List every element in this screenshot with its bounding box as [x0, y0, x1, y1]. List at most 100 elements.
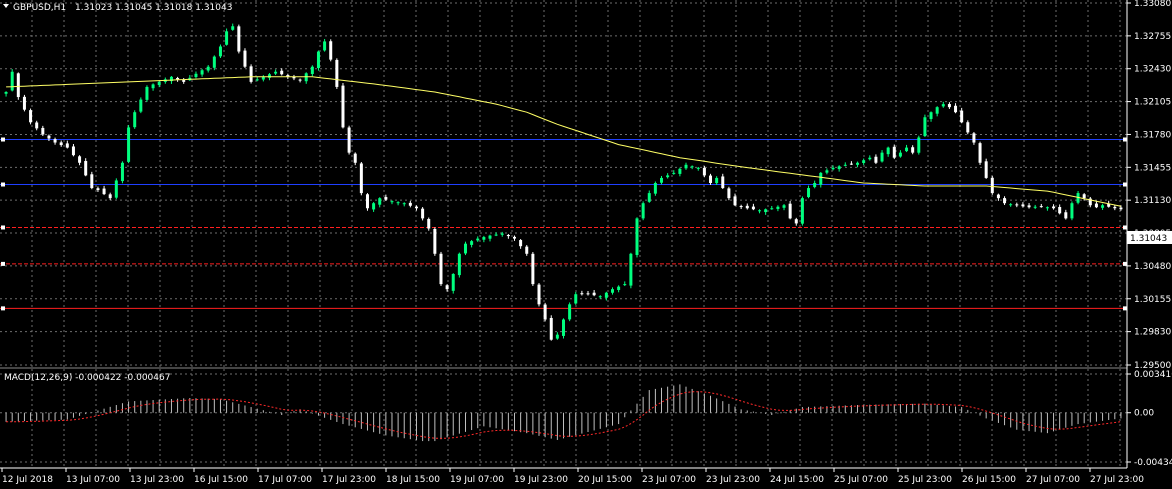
candle-body — [512, 236, 516, 239]
candle-body — [53, 139, 57, 143]
candle-body — [500, 233, 504, 235]
candle-body — [274, 71, 278, 74]
candle-body — [4, 91, 8, 94]
candle-body — [96, 188, 100, 191]
candle-body — [1015, 204, 1019, 206]
candle-body — [984, 161, 988, 178]
candle-body — [476, 238, 480, 241]
candle-body — [764, 209, 768, 213]
candle-body — [151, 84, 155, 89]
time-tick-label: 24 Jul 15:00 — [770, 475, 824, 485]
candle-body — [90, 174, 94, 189]
candle-body — [898, 152, 902, 157]
candle-body — [139, 99, 143, 112]
candle-body — [176, 78, 180, 80]
candle-body — [1101, 205, 1105, 208]
level-handle-right — [1123, 306, 1127, 311]
candle-body — [108, 194, 112, 199]
candle-body — [206, 66, 210, 71]
candle-body — [1119, 207, 1123, 210]
candle-body — [770, 208, 774, 210]
time-tick-label: 23 Jul 07:00 — [642, 475, 696, 485]
last-price-value: 1.31043 — [1130, 234, 1167, 244]
candle-body — [960, 110, 964, 123]
candle-body — [954, 105, 958, 113]
candle-body — [71, 146, 75, 156]
last-price-tag: 1.31043 — [1127, 231, 1172, 244]
candle-body — [494, 234, 498, 236]
candle-body — [604, 292, 608, 298]
time-tick-label: 27 Jul 23:00 — [1090, 475, 1144, 485]
candle-body — [672, 172, 676, 174]
candle-body — [280, 70, 284, 75]
candle-body — [990, 177, 994, 194]
candle-body — [794, 219, 798, 224]
candle-body — [880, 152, 884, 162]
candle-body — [525, 246, 529, 254]
level-handle-left — [1, 225, 5, 230]
macd-tick-label: 0.00 — [1134, 409, 1154, 419]
candle-body — [120, 162, 124, 182]
candle-body — [1113, 206, 1117, 209]
candle-body — [635, 218, 639, 255]
candle-body — [721, 176, 725, 189]
candle-body — [574, 294, 578, 304]
candle-body — [35, 122, 39, 129]
candle-body — [537, 284, 541, 305]
candle-body — [929, 112, 933, 119]
candle-body — [445, 285, 449, 290]
time-tick-label: 19 Jul 07:00 — [450, 475, 504, 485]
macd-tick-label: -0.004345 — [1134, 458, 1172, 468]
candle-body — [623, 284, 627, 286]
price-tick-label: 1.31455 — [1134, 163, 1171, 173]
candle-body — [555, 334, 559, 339]
candle-body — [543, 304, 547, 320]
macd-label: MACD(12,26,9) -0.000422 -0.000467 — [4, 373, 170, 383]
candle-body — [1009, 204, 1013, 206]
candle-body — [1094, 203, 1098, 208]
candle-body — [200, 70, 204, 75]
time-tick-label: 26 Jul 15:00 — [962, 475, 1016, 485]
candle-body — [298, 79, 302, 81]
candle-body — [580, 293, 584, 295]
candle-body — [966, 122, 970, 133]
candle-body — [133, 112, 137, 128]
candle-body — [807, 188, 811, 198]
candle-body — [457, 253, 461, 276]
candle-body — [666, 175, 670, 178]
candle-body — [935, 107, 939, 114]
candle-body — [862, 160, 866, 163]
candle-body — [231, 26, 235, 30]
time-tick-label: 18 Jul 15:00 — [386, 475, 440, 485]
candle-body — [127, 127, 131, 162]
candle-body — [923, 117, 927, 137]
candle-body — [194, 73, 198, 78]
ohlc-label: 1.31023 1.31045 1.31018 1.31043 — [75, 3, 232, 13]
level-handle-left — [1, 306, 5, 311]
candle-body — [1058, 206, 1062, 214]
candle-body — [1082, 194, 1086, 199]
time-tick-label: 23 Jul 23:00 — [706, 475, 760, 485]
candle-body — [372, 203, 376, 210]
candle-body — [647, 193, 651, 202]
candle-body — [1052, 206, 1056, 209]
candle-body — [59, 142, 63, 146]
candle-body — [641, 203, 645, 219]
candle-body — [586, 293, 590, 295]
candle-body — [353, 153, 357, 163]
candle-body — [941, 104, 945, 107]
time-tick-label: 17 Jul 07:00 — [258, 475, 312, 485]
candle-body — [157, 81, 161, 85]
candle-body — [347, 127, 351, 153]
candle-body — [316, 51, 320, 69]
candle-body — [972, 133, 976, 143]
candle-body — [690, 166, 694, 168]
candle-body — [519, 240, 523, 247]
candle-body — [218, 46, 222, 57]
candle-body — [84, 161, 88, 176]
candle-body — [463, 243, 467, 254]
candle-body — [390, 201, 394, 203]
candle-body — [145, 86, 149, 100]
candle-body — [1045, 207, 1049, 209]
candle-body — [782, 205, 786, 208]
